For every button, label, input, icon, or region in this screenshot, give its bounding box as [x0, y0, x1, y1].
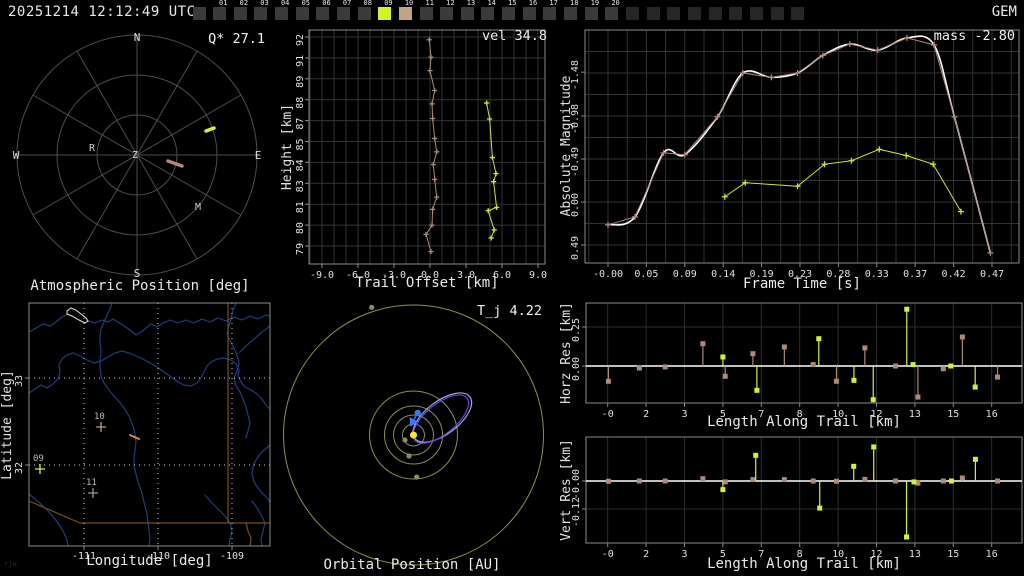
magnitude-panel: -0.00 0.05 0.09 0.14 0.19 0.23 0.28 0.33 0.37 0.4…	[560, 25, 1024, 295]
frame-thumb-extra[interactable]	[687, 7, 701, 20]
frame-thumb-13[interactable]	[460, 7, 474, 20]
svg-text:E: E	[255, 149, 262, 162]
trail-offset-panel: -9.0 -6.0 -3.0 0.0 3.0 6.0 9.0 92 91 89 88 87 85 84 83…	[280, 25, 560, 295]
atmospheric-position-panel: NESWZRM Q* 27.1 Atmospheric Position [de…	[0, 25, 280, 295]
svg-text:89: 89	[295, 76, 306, 88]
svg-text:10: 10	[94, 412, 105, 422]
frame-thumb-extra[interactable]	[729, 7, 743, 20]
frame-thumb-extra[interactable]	[708, 7, 722, 20]
frame-thumb-08[interactable]	[357, 7, 371, 20]
svg-text:81: 81	[295, 201, 306, 213]
frame-thumb-extra[interactable]	[667, 7, 681, 20]
svg-text:91: 91	[295, 55, 306, 67]
residuals-panel: -0 2 3 5 7 8 10 12 13 15 16 0.25 0.00 Horz Res [km] -0…	[560, 295, 1024, 576]
frame-label-02: 02	[239, 0, 249, 7]
frame-label-20: 20	[611, 0, 620, 7]
frame-thumb-extra[interactable]	[791, 7, 805, 20]
frame-label-01: 01	[219, 0, 228, 7]
frame-label-04: 04	[280, 0, 290, 7]
frame-label-19: 19	[590, 0, 600, 7]
frame-label-18: 18	[570, 0, 579, 7]
mass-stat: mass -2.80	[933, 28, 1015, 44]
frame-label-12: 12	[446, 0, 455, 7]
frame-thumb-06[interactable]	[316, 7, 330, 20]
velocity-stat: vel 34.8	[481, 28, 547, 44]
frame-thumb-03[interactable]	[254, 7, 268, 20]
trail-offset-title: Trail Offset [km]	[355, 275, 499, 291]
frame-thumb-20[interactable]	[605, 7, 619, 20]
watermark: rjw	[4, 560, 17, 568]
frame-label-06: 06	[322, 0, 331, 7]
frame-label-08: 08	[363, 0, 372, 7]
app-screen: 20251214 12:12:49 UTC 01 02 03 04 05 06 07 08 09…	[0, 0, 1024, 576]
svg-text:83: 83	[295, 180, 306, 192]
ground-map-panel: 09 10 11 -111 -110 -109 33 32 Latitude [deg] Lon…	[0, 295, 280, 576]
frame-label-17: 17	[549, 0, 558, 7]
svg-text:80: 80	[295, 222, 306, 234]
atmospheric-title: Atmospheric Position [deg]	[30, 278, 250, 294]
svg-text:92: 92	[295, 34, 306, 46]
frame-thumb-07[interactable]	[336, 7, 350, 20]
frame-thumb-01[interactable]	[213, 7, 226, 20]
frame-thumb-16[interactable]	[522, 7, 536, 20]
svg-text:Absolute Magnitude: Absolute Magnitude	[560, 75, 574, 216]
frame-time-title: Frame Time [s]	[742, 276, 861, 292]
longitude-title: Longitude [deg]	[86, 553, 213, 569]
orbital-panel: T_j 4.22 Orbital Position [AU]	[280, 295, 560, 576]
length-title-2: Length Along Trail [km]	[707, 556, 901, 572]
frame-label-14: 14	[487, 0, 496, 7]
frame-thumb-05[interactable]	[295, 7, 309, 20]
frame-thumb-extra[interactable]	[626, 7, 639, 20]
svg-text:79: 79	[295, 243, 306, 255]
frame-label-16: 16	[528, 0, 538, 7]
frame-thumb-pre[interactable]	[192, 7, 206, 20]
frame-label-15: 15	[508, 0, 517, 7]
frame-thumb-10[interactable]	[398, 7, 412, 20]
frame-label-13: 13	[466, 0, 476, 7]
frame-thumb-extra[interactable]	[770, 7, 784, 20]
frame-thumb-04[interactable]	[274, 7, 288, 20]
frame-thumb-19[interactable]	[584, 7, 598, 20]
orbital-title: Orbital Position [AU]	[323, 557, 501, 573]
svg-text:N: N	[134, 31, 141, 44]
frame-thumb-15[interactable]	[502, 7, 516, 20]
tisserand-stat: T_j 4.22	[476, 303, 542, 319]
frame-thumb-14[interactable]	[481, 7, 495, 20]
frame-label-05: 05	[301, 0, 311, 7]
q-stat: Q* 27.1	[208, 31, 265, 47]
frame-thumb-extra[interactable]	[749, 7, 763, 20]
svg-text:84: 84	[295, 159, 306, 171]
svg-text:32: 32	[14, 462, 25, 474]
svg-text:M: M	[195, 202, 201, 213]
svg-text:85: 85	[295, 138, 306, 150]
svg-text:W: W	[13, 149, 20, 162]
frame-thumb-02[interactable]	[233, 7, 247, 20]
length-title-1: Length Along Trail [km]	[707, 414, 901, 430]
frame-label-10: 10	[404, 0, 414, 7]
svg-text:Height [km]: Height [km]	[280, 104, 295, 190]
shower-code-badge: GEM	[991, 4, 1017, 20]
svg-text:Vert Res [km]: Vert Res [km]	[560, 439, 574, 541]
frame-strip: 01 02 03 04 05 06 07 08 09 10 11 12 13 14 15 16 17 18 19 20	[0, 0, 1024, 25]
svg-text:33: 33	[14, 375, 25, 387]
frame-thumb-11[interactable]	[419, 7, 433, 20]
svg-text:R: R	[89, 143, 96, 154]
svg-text:09: 09	[33, 454, 44, 464]
svg-text:0.49: 0.49	[570, 236, 581, 260]
frame-thumb-extra[interactable]	[646, 7, 660, 20]
frame-thumb-09[interactable]	[378, 7, 392, 20]
svg-text:88: 88	[295, 97, 306, 109]
frame-thumb-17[interactable]	[543, 7, 557, 20]
frame-label-11: 11	[425, 0, 434, 7]
frame-label-03: 03	[260, 0, 269, 7]
svg-text:11: 11	[86, 478, 97, 488]
frame-label-09: 09	[384, 0, 393, 7]
svg-text:Latitude [deg]: Latitude [deg]	[0, 370, 15, 480]
svg-text:Z: Z	[132, 150, 138, 161]
frame-thumb-12[interactable]	[440, 7, 454, 20]
frame-thumb-18[interactable]	[564, 7, 578, 20]
svg-text:87: 87	[295, 118, 306, 130]
svg-text:Horz Res [km]: Horz Res [km]	[560, 302, 574, 404]
frame-label-07: 07	[342, 0, 352, 7]
